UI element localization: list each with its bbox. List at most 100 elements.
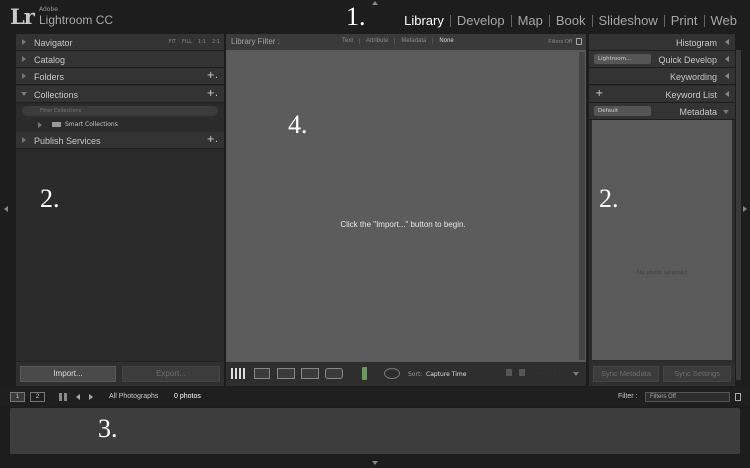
quick-develop-header[interactable]: Lightroom... Quick Develop [589,51,735,68]
keywording-header[interactable]: Keywording [589,68,735,85]
collapse-triangle-icon [22,56,26,62]
collapse-triangle-icon [22,137,26,143]
filter-collections-input[interactable]: Filter Collections [22,106,218,116]
secondary-window-button[interactable]: 2 [30,392,45,402]
forward-arrow-icon[interactable] [89,394,93,400]
folders-header[interactable]: Folders +. [16,68,224,85]
top-panel-toggle-icon[interactable] [372,1,378,5]
folders-label: Folders [34,72,65,82]
collections-header[interactable]: Collections +. [16,86,224,103]
right-panel-scrollbar[interactable] [736,50,741,380]
histogram-header[interactable]: Histogram [589,34,735,51]
library-filter-bar: Library Filter : Text Attribute Metadata… [226,34,586,50]
zoom-fit[interactable]: FIT [169,39,176,45]
smart-collection-folder-icon [52,122,61,127]
loupe-view-icon[interactable] [254,368,270,379]
left-panel-toggle-icon[interactable] [4,206,8,212]
sync-settings-button[interactable]: Sync Settings [663,366,731,382]
export-button[interactable]: Export... [122,366,220,382]
filter-metadata-tab[interactable]: Metadata [395,38,434,44]
empty-library-message: Click the "Import..." button to begin. [340,220,466,229]
collapse-triangle-icon [22,39,26,45]
app-name: Lightroom CC [39,13,114,27]
library-filter-options: Text Attribute Metadata None [336,38,460,44]
sort-dropdown[interactable]: Capture Time [426,371,466,378]
add-folder-button[interactable]: +. [206,70,218,81]
zoom-1-1[interactable]: 1:1 [198,39,206,45]
people-view-icon[interactable] [325,368,343,379]
filter-attribute-tab[interactable]: Attribute [360,38,396,44]
module-map[interactable]: Map [512,13,549,28]
import-button[interactable]: Import... [20,366,116,382]
metadata-panel-body: No photo selected [592,120,732,360]
module-develop[interactable]: Develop [451,13,511,28]
module-book[interactable]: Book [550,13,592,28]
smart-collections-item[interactable]: Smart Collections [38,121,118,128]
callout-2-right: 2. [599,184,619,213]
pick-flag-icon[interactable] [506,369,512,376]
saved-preset-dropdown[interactable]: Lightroom... [594,54,651,64]
collapse-triangle-icon [725,56,729,62]
filter-text-tab[interactable]: Text [336,38,361,44]
zoom-2-1[interactable]: 2:1 [212,39,220,45]
spray-can-icon[interactable] [362,367,367,380]
smart-collections-label: Smart Collections [65,121,118,128]
filter-dropdown[interactable]: Filters Off [645,392,730,402]
grid-scrollbar[interactable] [579,52,585,360]
expand-triangle-icon [38,121,42,128]
identity-plate-bar: Lr Adobe Lightroom CC 1. Library Develop… [0,0,750,34]
toolbar-options-chevron-icon[interactable] [573,372,579,376]
zoom-fill[interactable]: FILL [182,39,192,45]
filter-lock-icon[interactable] [735,393,741,401]
publish-services-label: Publish Services [34,136,101,146]
reject-flag-icon[interactable] [519,369,525,376]
publish-services-header[interactable]: Publish Services +. [16,132,224,149]
sync-metadata-button[interactable]: Sync Metadata [593,366,659,382]
collections-label: Collections [34,90,79,100]
lock-icon[interactable] [576,38,582,45]
filter-label: Filter : [618,393,638,400]
callout-4: 4. [288,110,308,139]
grid-view[interactable]: 4. Click the "Import..." button to begin… [228,52,578,360]
filter-presets-dropdown[interactable]: Filters Off [548,39,572,45]
module-web[interactable]: Web [705,13,744,28]
keyword-list-label: Keyword List [665,90,717,100]
add-publish-service-button[interactable]: +. [206,134,218,145]
survey-view-icon[interactable] [301,368,319,379]
keyword-list-header[interactable]: + Keyword List [589,86,735,103]
grid-view-icon[interactable] [231,368,246,379]
navigator-zoom-modes: FIT FILL 1:1 2:1 [169,39,220,45]
add-collection-button[interactable]: +. [206,88,218,99]
catalog-label: Catalog [34,55,66,65]
navigator-header[interactable]: Navigator FIT FILL 1:1 2:1 [16,34,224,51]
module-library[interactable]: Library [398,13,450,28]
callout-2-left: 2. [40,184,60,213]
module-slideshow[interactable]: Slideshow [593,13,664,28]
metadata-preset-dropdown[interactable]: Default [594,106,651,116]
bottom-panel-toggle-icon[interactable] [372,461,378,465]
histogram-label: Histogram [675,38,717,48]
keywording-label: Keywording [669,72,717,82]
filmstrip[interactable]: 3. [10,408,740,454]
photo-count-dropdown[interactable]: 0 photos [174,393,201,400]
collapse-triangle-icon [725,39,729,45]
rating-stars[interactable]: · · · · · [538,371,561,377]
grid-icon[interactable] [59,393,67,401]
catalog-header[interactable]: Catalog [16,51,224,68]
collapse-triangle-icon [725,73,729,79]
add-keyword-button[interactable]: + [595,88,603,99]
module-print[interactable]: Print [665,13,704,28]
main-window-button[interactable]: 1 [10,392,25,402]
left-panel-footer: Import... Export... [16,361,224,386]
metadata-label: Metadata [679,107,717,117]
right-panel-toggle-icon[interactable] [743,206,747,212]
filmstrip-source-label[interactable]: All Photographs [109,393,158,400]
lightroom-logo: Lr [10,4,35,29]
filter-none-tab[interactable]: None [433,38,459,44]
right-panel: Histogram Lightroom... Quick Develop Key… [589,34,735,386]
compare-view-icon[interactable] [277,368,295,379]
rotate-icon[interactable] [384,368,400,379]
filmstrip-toolbar: 1 2 All Photographs 0 photos Filter : Fi… [0,388,750,406]
back-arrow-icon[interactable] [76,394,80,400]
metadata-header[interactable]: Default Metadata [589,103,735,120]
